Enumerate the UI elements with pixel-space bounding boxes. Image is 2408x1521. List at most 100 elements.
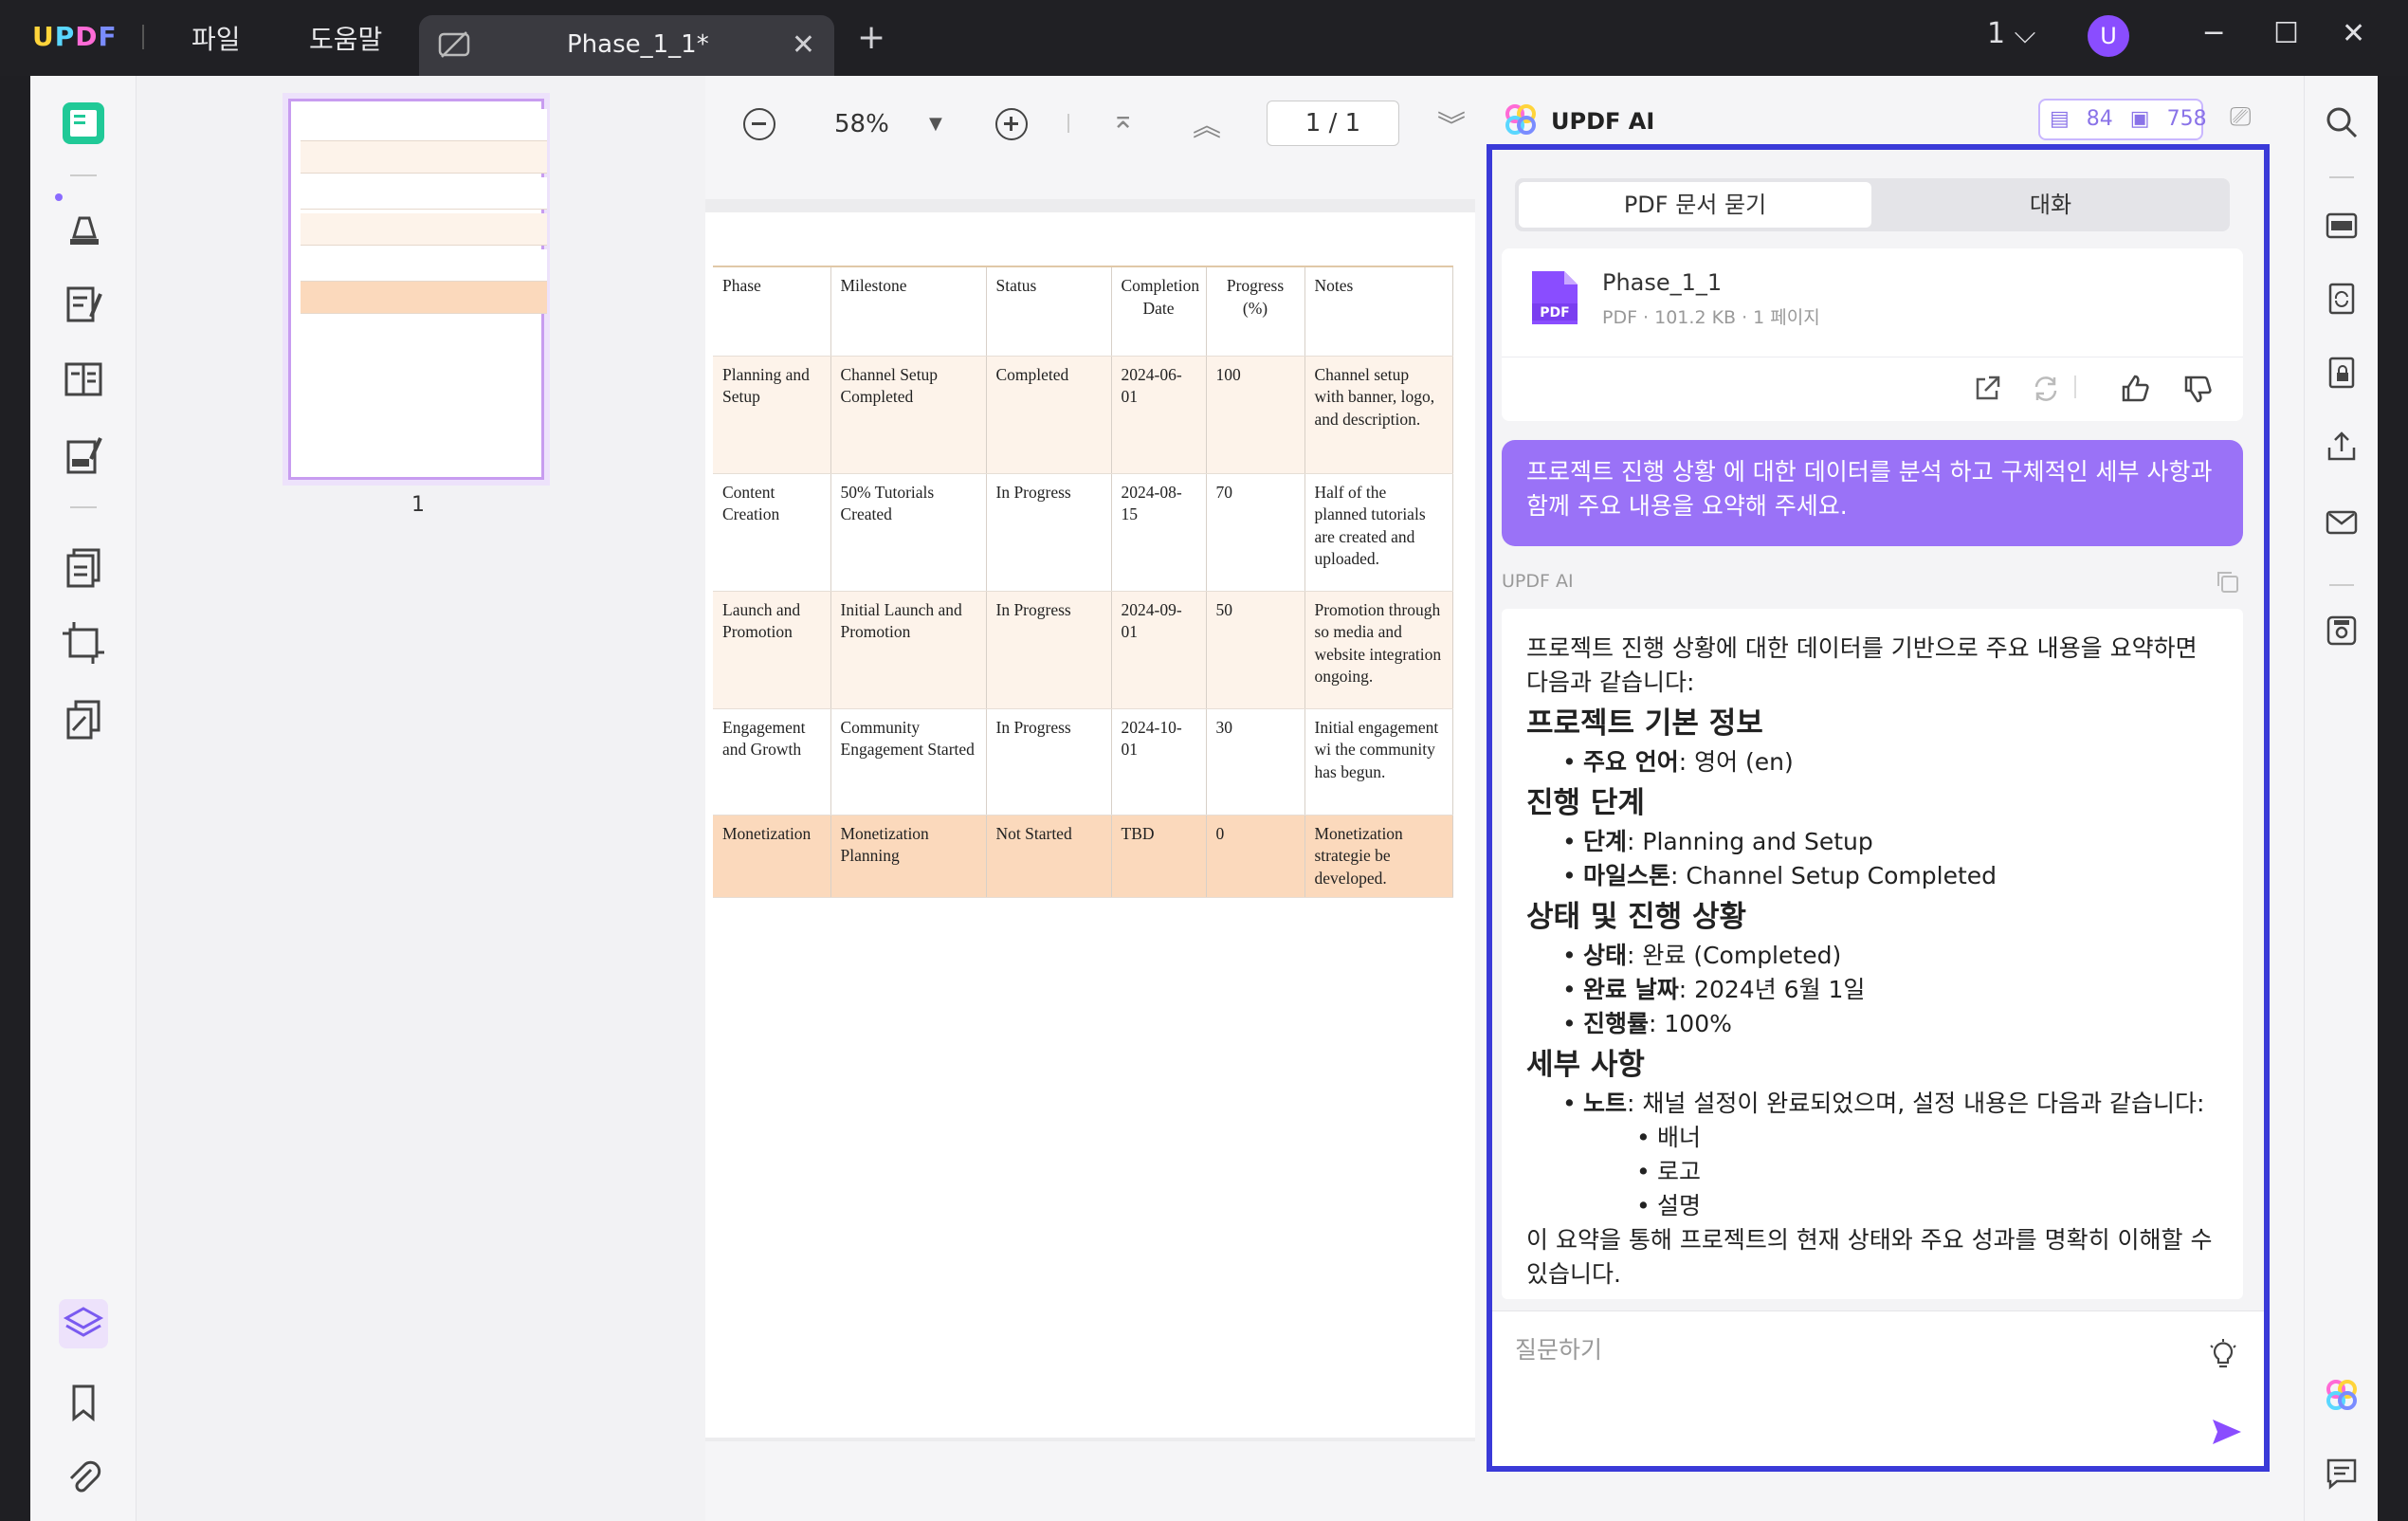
table-cell: Monetization Planning [830, 815, 987, 899]
ocr-button[interactable] [2324, 207, 2360, 243]
table-row: Planning and Setup Channel Setup Complet… [713, 356, 1453, 474]
table-cell: Monetization [713, 815, 831, 899]
protect-button[interactable] [2324, 355, 2360, 391]
stack-pages-icon [66, 700, 100, 740]
window-edge [2378, 76, 2408, 1521]
comment-tool-button[interactable] [59, 205, 108, 254]
chevron-down-icon: ⌵ [2014, 17, 2036, 50]
crop-icon [63, 622, 104, 664]
share-button[interactable] [2324, 429, 2360, 465]
table-cell: Launch and Promotion [713, 591, 831, 709]
page-indicator-value: 1 [1987, 17, 2006, 50]
protect-tool-button[interactable] [59, 694, 108, 743]
form-tool-button[interactable] [59, 355, 108, 404]
zoom-out-button[interactable] [743, 108, 775, 140]
table-row: Launch and Promotion Initial Launch and … [713, 591, 1453, 709]
answer-sub-item: 설명 [1526, 1189, 2218, 1223]
user-avatar[interactable]: U [2088, 15, 2129, 57]
save-button[interactable] [2324, 613, 2360, 649]
user-message: 프로젝트 진행 상황 에 대한 데이터를 분석 하고 구체적인 세부 사항과 함… [1502, 440, 2243, 546]
page-separator: / [1328, 109, 1338, 137]
ai-chat-frame: PDF 문서 묻기 대화 PDF Phase_1_1 PDF · 101.2 K… [1487, 144, 2270, 1472]
convert-button[interactable] [2324, 281, 2360, 317]
table-cell: TBD [1111, 815, 1207, 899]
table-row: Content Creation 50% Tutorials Created I… [713, 473, 1453, 592]
table-header-cell: Completion Date [1111, 266, 1207, 357]
rail-separator [2329, 584, 2354, 586]
layers-button[interactable] [59, 1299, 108, 1348]
fill-sign-button[interactable] [59, 431, 108, 480]
zoom-in-button[interactable] [995, 108, 1028, 140]
answer-value: : 2024년 6월 1일 [1678, 976, 1866, 1003]
organize-pages-button[interactable] [59, 542, 108, 592]
table-cell: Initial Launch and Promotion [830, 591, 987, 709]
search-button[interactable] [2324, 104, 2360, 140]
lightbulb-icon[interactable] [2207, 1338, 2239, 1370]
table-cell: 2024-06-01 [1111, 356, 1207, 474]
comments-list-button[interactable] [2324, 1455, 2360, 1491]
tab-pdf-question[interactable]: PDF 문서 묻기 [1519, 182, 1871, 228]
lock-file-icon [2328, 357, 2355, 389]
pdf-badge: PDF [1540, 305, 1569, 321]
ai-credits-badge[interactable]: ▤ 84 ▣ 758 [2038, 99, 2207, 140]
thumbs-down-icon [2184, 376, 2212, 403]
table-cell: Community Engagement Started [830, 708, 987, 815]
updf-ai-button[interactable] [2324, 1377, 2360, 1413]
reader-icon [63, 102, 104, 144]
external-link-icon [1976, 376, 2000, 400]
thumb-row [301, 141, 547, 174]
comment-icon [2326, 1458, 2357, 1490]
page-thumbnail[interactable] [288, 99, 547, 480]
minimize-button[interactable]: ─ [2205, 17, 2222, 50]
regenerate-button[interactable] [2029, 372, 2063, 406]
doc-credit-icon: ▤ [2050, 107, 2070, 131]
previous-page-icon[interactable]: ︽ [1193, 102, 1221, 144]
answer-key: 노트 [1583, 1090, 1628, 1117]
zoom-dropdown-icon[interactable]: ▼ [929, 114, 942, 134]
close-window-button[interactable]: ✕ [2342, 17, 2365, 50]
next-page-icon[interactable]: ︾ [1437, 102, 1466, 144]
reader-mode-button[interactable] [59, 99, 108, 148]
thumbnail-panel: 1 [137, 76, 705, 1521]
tab-chat[interactable]: 대화 [1875, 182, 2226, 228]
page-indicator-dropdown[interactable]: 1 ⌵ [1987, 17, 2035, 50]
file-meta: PDF · 101.2 KB · 1 페이지 [1602, 307, 1820, 328]
sign-icon [66, 437, 102, 474]
email-button[interactable] [2324, 504, 2360, 541]
menu-file[interactable]: 파일 [192, 19, 241, 57]
page-number-input[interactable]: 1 / 1 [1267, 101, 1399, 146]
layers-icon [63, 1307, 104, 1337]
table-header-cell: Progress (%) [1206, 266, 1305, 357]
question-input[interactable] [1515, 1330, 2179, 1368]
table-cell: Channel Setup Completed [830, 356, 987, 474]
send-icon[interactable] [2211, 1418, 2243, 1446]
ai-panel-title: UPDF AI [1551, 108, 1655, 135]
document-tab[interactable]: Phase_1_1* ✕ [419, 15, 834, 76]
zoom-level[interactable]: 58% [834, 110, 889, 138]
answer-value: : 완료 (Completed) [1627, 942, 1842, 969]
answer-sub-item: 배너 [1526, 1121, 2218, 1155]
open-external-button[interactable] [1970, 372, 2004, 406]
tab-close-icon[interactable]: ✕ [792, 28, 815, 62]
answer-list-item: 상태: 완료 (Completed) [1526, 939, 2218, 973]
new-tab-button[interactable]: + [857, 21, 885, 55]
menu-help[interactable]: 도움말 [309, 19, 382, 57]
edit-tool-button[interactable] [59, 281, 108, 330]
table-header-cell: Milestone [830, 266, 987, 357]
first-page-icon[interactable]: ⌅ [1111, 102, 1135, 136]
pdf-page: Phase Milestone Status Completion Date P… [705, 212, 1475, 1438]
thumbs-down-button[interactable] [2180, 372, 2215, 406]
refresh-icon [2034, 376, 2057, 401]
maximize-button[interactable]: ☐ [2273, 17, 2299, 50]
thumb-row [301, 282, 547, 314]
crop-tool-button[interactable] [59, 618, 108, 668]
clear-chat-icon[interactable]: ⎚ [2230, 101, 2251, 133]
thumbs-up-button[interactable] [2118, 372, 2152, 406]
bookmark-icon [72, 1384, 95, 1422]
table-cell: Initial engagement wi the community has … [1304, 708, 1453, 815]
bookmark-button[interactable] [59, 1377, 108, 1426]
rail-separator [70, 174, 97, 176]
attachment-button[interactable] [59, 1453, 108, 1502]
convert-icon [2328, 283, 2355, 315]
copy-icon[interactable] [2215, 569, 2241, 596]
